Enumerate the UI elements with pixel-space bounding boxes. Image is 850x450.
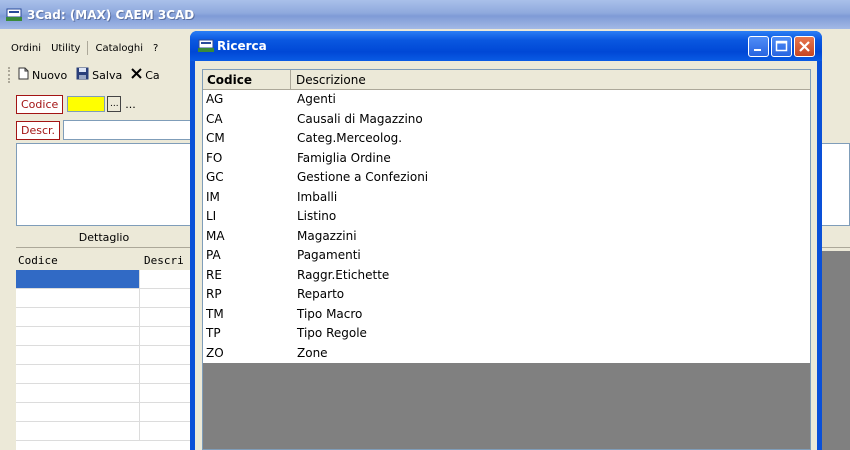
row-codice: CM <box>206 131 225 145</box>
list-item[interactable]: TP Tipo Regole <box>203 324 810 344</box>
detail-grid-rows <box>16 270 196 450</box>
grid-col-descr[interactable]: Descri <box>144 254 184 267</box>
codice-browse-button[interactable]: ... <box>107 96 122 112</box>
minimize-icon <box>754 49 761 51</box>
list-item[interactable]: GC Gestione a Confezioni <box>203 168 810 188</box>
row-descrizione: Zone <box>297 345 328 360</box>
list-item[interactable]: LI Listino <box>203 207 810 227</box>
list-item[interactable]: RP Reparto <box>203 285 810 305</box>
list-item[interactable]: FO Famiglia Ordine <box>203 149 810 169</box>
row-codice: TP <box>206 326 221 340</box>
column-codice[interactable]: Codice <box>203 70 291 90</box>
table-row[interactable] <box>16 346 196 365</box>
row-descrizione: Agenti <box>297 92 336 106</box>
row-codice: RE <box>206 267 222 282</box>
nuovo-button[interactable]: Nuovo <box>18 67 67 83</box>
close-button[interactable] <box>794 36 815 57</box>
app-icon <box>6 8 22 22</box>
nuovo-label: Nuovo <box>32 68 68 82</box>
table-row[interactable] <box>16 270 196 289</box>
list-item[interactable]: IM Imballi <box>203 188 810 208</box>
minimize-button[interactable] <box>748 36 769 57</box>
codice-input[interactable] <box>67 96 106 112</box>
table-row[interactable] <box>16 289 196 308</box>
toolbar-grip[interactable] <box>8 67 12 83</box>
menu-separator <box>87 41 89 55</box>
detail-grid-header: Codice Descri <box>16 251 196 270</box>
row-descrizione: Gestione a Confezioni <box>297 170 429 184</box>
menu-help[interactable]: ? <box>148 41 163 56</box>
table-row[interactable] <box>16 403 196 422</box>
list-item[interactable]: PA Pagamenti <box>203 246 810 266</box>
row-descrizione: Tipo Macro <box>297 306 363 321</box>
descr-label: Descr. <box>16 120 61 140</box>
row-codice: CA <box>206 111 223 126</box>
cancel-button[interactable]: Ca <box>131 68 160 82</box>
list-item[interactable]: MA Magazzini <box>203 227 810 247</box>
table-row[interactable] <box>16 327 196 346</box>
table-row[interactable] <box>16 365 196 384</box>
row-codice: GC <box>206 170 224 184</box>
list-item[interactable]: AG Agenti <box>203 90 810 110</box>
row-descrizione: Tipo Regole <box>297 326 367 340</box>
new-document-icon <box>18 67 29 83</box>
list-item[interactable]: TM Tipo Macro <box>203 305 810 325</box>
save-disk-icon <box>76 67 89 83</box>
ricerca-titlebar[interactable]: Ricerca <box>190 31 822 61</box>
grid-col-codice[interactable]: Codice <box>18 254 58 267</box>
codice-description-text: ... <box>125 97 136 111</box>
result-table: Codice Descrizione AG Agenti CA Causali di … <box>202 69 811 450</box>
codice-label: Codice <box>16 94 64 114</box>
result-table-header: Codice Descrizione <box>203 70 810 90</box>
result-rows: AG Agenti CA Causali di Magazzino CM Categ.Me… <box>203 90 810 363</box>
row-codice: MA <box>206 228 225 243</box>
ricerca-dialog: Ricerca Codice Descrizione AG Agenti CA Cau… <box>190 31 822 450</box>
table-row[interactable] <box>16 384 196 403</box>
window-title: 3Cad: (MAX) CAEM 3CAD <box>27 7 195 22</box>
list-item[interactable]: CM Categ.Merceolog. <box>203 129 810 149</box>
cancel-label: Ca <box>145 68 160 82</box>
column-descrizione[interactable]: Descrizione <box>292 70 370 90</box>
close-icon <box>799 41 810 52</box>
row-codice: FO <box>206 150 223 165</box>
menu-utility[interactable]: Utility <box>46 41 85 56</box>
row-codice: IM <box>206 189 220 204</box>
row-descrizione: Categ.Merceolog. <box>297 131 403 145</box>
ricerca-title: Ricerca <box>217 39 267 53</box>
table-row[interactable] <box>16 422 196 441</box>
close-x-icon <box>131 68 142 82</box>
maximize-button[interactable] <box>771 36 792 57</box>
row-codice: ZO <box>206 345 224 360</box>
row-descrizione: Pagamenti <box>297 248 361 262</box>
row-codice: PA <box>206 248 221 262</box>
salva-button[interactable]: Salva <box>76 67 122 83</box>
list-item[interactable]: RE Raggr.Etichette <box>203 266 810 286</box>
row-descrizione: Causali di Magazzino <box>297 111 423 126</box>
codice-row: Codice ... ... <box>16 93 136 115</box>
salva-label: Salva <box>92 68 123 82</box>
row-descrizione: Imballi <box>297 189 338 204</box>
descr-input[interactable] <box>63 120 194 140</box>
row-descrizione: Reparto <box>297 287 345 301</box>
list-item[interactable]: CA Causali di Magazzino <box>203 110 810 130</box>
menu-cataloghi[interactable]: Cataloghi <box>90 41 148 56</box>
table-row[interactable] <box>16 308 196 327</box>
descr-row: Descr. <box>16 119 194 141</box>
app-icon <box>198 39 214 53</box>
row-descrizione: Magazzini <box>297 228 357 243</box>
row-descrizione: Famiglia Ordine <box>297 150 391 165</box>
row-codice: LI <box>206 209 217 223</box>
row-descrizione: Listino <box>297 209 337 223</box>
maximize-icon <box>775 40 788 52</box>
dettaglio-button[interactable]: Dettaglio <box>16 231 192 244</box>
menu-ordini[interactable]: Ordini <box>6 41 46 56</box>
row-codice: TM <box>206 306 224 321</box>
row-descrizione: Raggr.Etichette <box>297 267 390 282</box>
main-titlebar[interactable]: 3Cad: (MAX) CAEM 3CAD <box>0 0 850 29</box>
ricerca-body: Codice Descrizione AG Agenti CA Causali di … <box>195 61 817 450</box>
list-item[interactable]: ZO Zone <box>203 344 810 364</box>
row-codice: RP <box>206 287 222 301</box>
row-codice: AG <box>206 92 224 106</box>
